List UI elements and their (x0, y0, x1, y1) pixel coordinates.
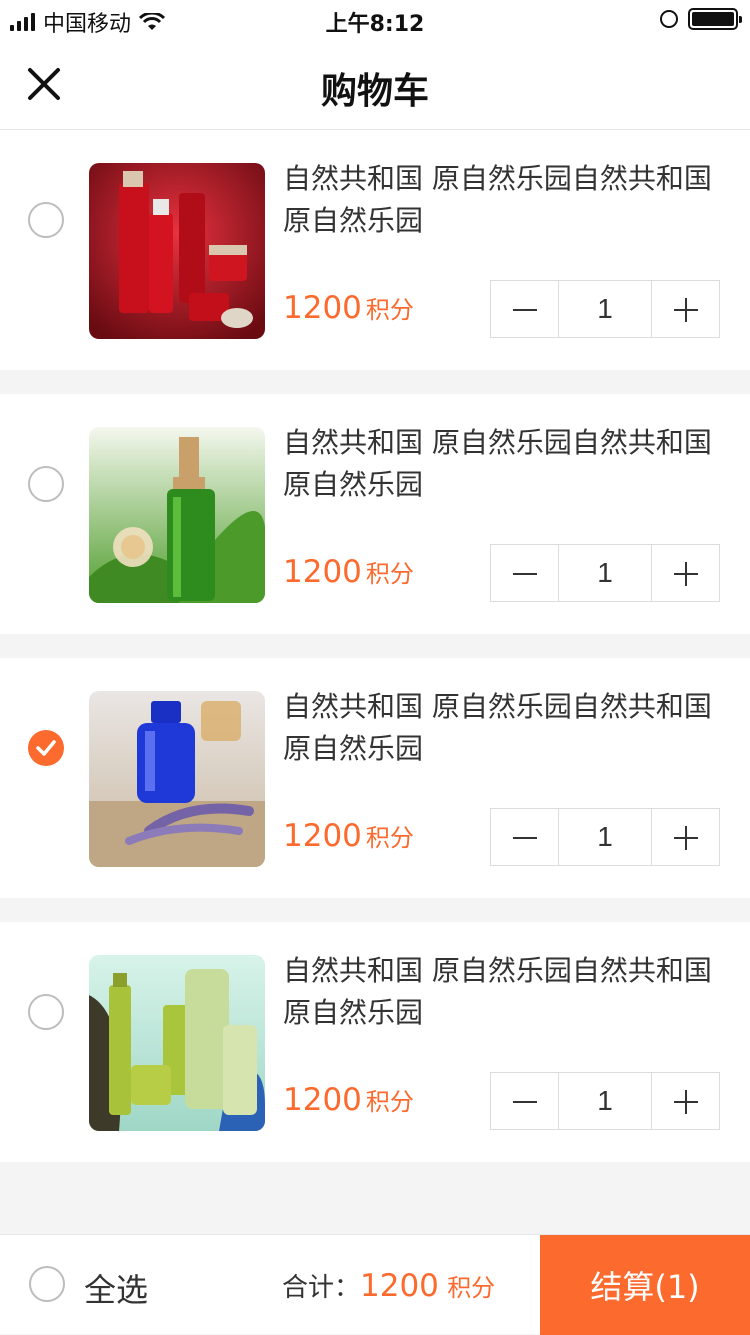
check-icon (36, 740, 56, 756)
status-bar: 中国移动 上午8:12 (0, 0, 750, 40)
quantity-value[interactable]: 1 (558, 809, 652, 865)
item-select-radio[interactable] (28, 466, 64, 502)
item-select-radio[interactable] (28, 994, 64, 1030)
page-title: 购物车 (320, 71, 429, 112)
select-all-label[interactable]: 全选 (84, 1265, 148, 1311)
product-price: 1200 积分 (283, 290, 414, 326)
total-value: 1200 (360, 1268, 439, 1304)
price-value: 1200 (283, 554, 362, 590)
product-name[interactable]: 自然共和国 原自然乐园自然共和国原自然乐园 (283, 950, 723, 1034)
status-right (660, 8, 742, 30)
battery-icon (688, 8, 742, 30)
quantity-value[interactable]: 1 (558, 1073, 652, 1129)
increase-button[interactable] (652, 809, 719, 865)
product-image[interactable] (89, 955, 265, 1131)
cart-item: 自然共和国 原自然乐园自然共和国原自然乐园 1200 积分 1 (0, 130, 750, 370)
price-value: 1200 (283, 290, 362, 326)
product-name[interactable]: 自然共和国 原自然乐园自然共和国原自然乐园 (283, 422, 723, 506)
item-select-radio[interactable] (28, 202, 64, 238)
increase-button[interactable] (652, 281, 719, 337)
quantity-value[interactable]: 1 (558, 545, 652, 601)
total-summary: 合计：1200 积分 (282, 1267, 495, 1304)
price-unit: 积分 (365, 296, 414, 324)
product-price: 1200 积分 (283, 818, 414, 854)
cart-item: 自然共和国 原自然乐园自然共和国原自然乐园 1200 积分 1 (0, 658, 750, 898)
price-unit: 积分 (365, 1088, 414, 1116)
total-unit: 积分 (447, 1274, 496, 1302)
product-image[interactable] (89, 691, 265, 867)
price-unit: 积分 (365, 824, 414, 852)
decrease-button[interactable] (491, 1073, 558, 1129)
select-all-radio[interactable] (29, 1266, 65, 1302)
product-name[interactable]: 自然共和国 原自然乐园自然共和国原自然乐园 (283, 686, 723, 770)
decrease-button[interactable] (491, 545, 558, 601)
product-price: 1200 积分 (283, 554, 414, 590)
quantity-stepper: 1 (490, 280, 720, 338)
quantity-stepper: 1 (490, 544, 720, 602)
product-image[interactable] (89, 163, 265, 339)
quantity-value[interactable]: 1 (558, 281, 652, 337)
quantity-stepper: 1 (490, 1072, 720, 1130)
decrease-button[interactable] (491, 809, 558, 865)
alarm-icon (660, 10, 678, 28)
item-select-radio[interactable] (28, 730, 64, 766)
cart-item: 自然共和国 原自然乐园自然共和国原自然乐园 1200 积分 1 (0, 922, 750, 1162)
checkout-bar: 全选 合计：1200 积分 结算(1) (0, 1234, 750, 1335)
price-value: 1200 (283, 818, 362, 854)
product-name[interactable]: 自然共和国 原自然乐园自然共和国原自然乐园 (283, 158, 723, 242)
checkout-button[interactable]: 结算(1) (540, 1235, 750, 1335)
increase-button[interactable] (652, 1073, 719, 1129)
status-time: 上午8:12 (325, 12, 425, 37)
product-price: 1200 积分 (283, 1082, 414, 1118)
increase-button[interactable] (652, 545, 719, 601)
cart-item: 自然共和国 原自然乐园自然共和国原自然乐园 1200 积分 1 (0, 394, 750, 634)
product-image[interactable] (89, 427, 265, 603)
decrease-button[interactable] (491, 281, 558, 337)
price-unit: 积分 (365, 560, 414, 588)
price-value: 1200 (283, 1082, 362, 1118)
quantity-stepper: 1 (490, 808, 720, 866)
total-label: 合计： (282, 1273, 361, 1303)
nav-bar: 购物车 (0, 40, 750, 130)
